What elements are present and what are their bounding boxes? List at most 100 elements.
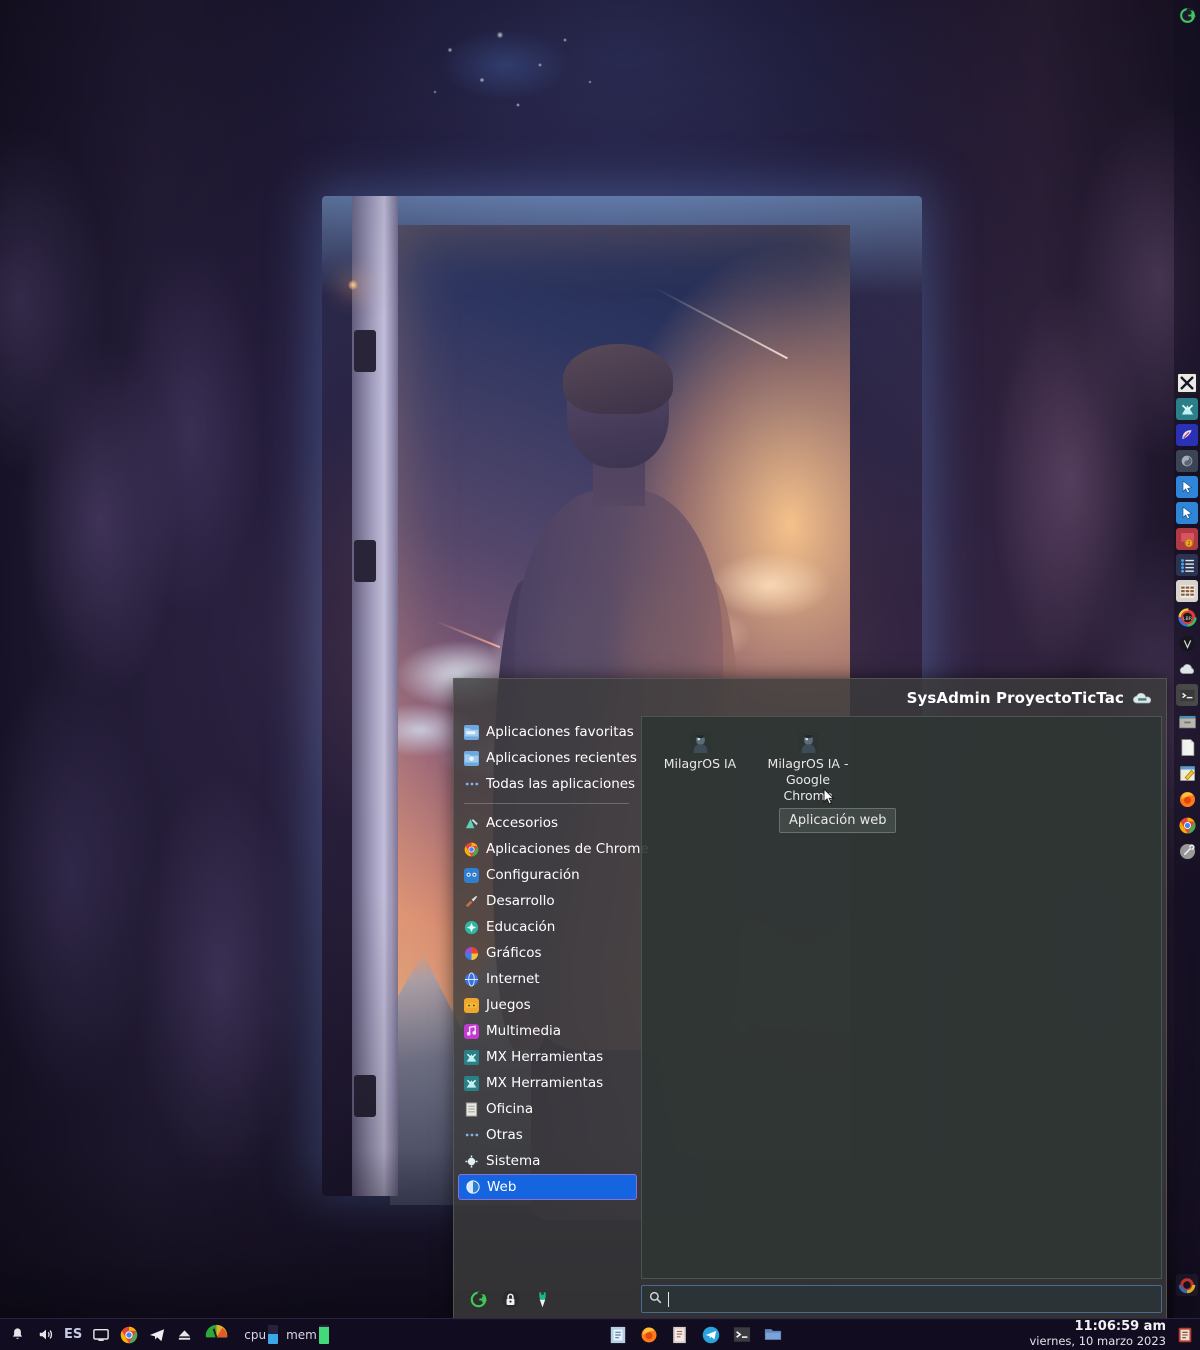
internet-icon [464, 972, 479, 987]
clock[interactable]: 11:06:59 am viernes, 10 marzo 2023 [1029, 1320, 1166, 1348]
sidebar-item-otras[interactable]: Otras [458, 1122, 637, 1148]
sidebar-item-internet[interactable]: Internet [458, 966, 637, 992]
launcher-terminal-icon[interactable] [732, 1325, 751, 1344]
sidebar-item-all-applications[interactable]: Todas las aplicaciones [458, 771, 637, 797]
dock-medal-award-icon[interactable]: 2 [1176, 528, 1198, 550]
sidebar-item-mx-herramientas-1[interactable]: MX Herramientas [458, 1044, 637, 1070]
app-row: MilagrOS IA [646, 727, 1157, 804]
dock-chrome-icon[interactable] [1176, 814, 1198, 836]
lock-screen-button[interactable] [500, 1289, 520, 1309]
logout-button[interactable] [468, 1289, 488, 1309]
resource-monitors[interactable]: cpu mem [244, 1325, 329, 1344]
launcher-firefox-icon[interactable] [639, 1325, 658, 1344]
launcher-files-blue-icon[interactable] [608, 1325, 627, 1344]
sidebar-item-web[interactable]: Web [458, 1174, 637, 1200]
dock-dark-circle-icon[interactable] [1176, 632, 1198, 654]
bell-notification-icon[interactable] [8, 1325, 27, 1344]
sidebar-item-label: Oficina [486, 1101, 533, 1117]
sidebar-item-oficina[interactable]: Oficina [458, 1096, 637, 1122]
dock-mx-tools-icon[interactable] [1176, 398, 1198, 420]
sidebar-item-juegos[interactable]: Juegos [458, 992, 637, 1018]
dock-checklist-icon[interactable] [1176, 554, 1198, 576]
launcher-telegram-icon[interactable] [701, 1325, 720, 1344]
sidebar-item-label: Web [487, 1179, 516, 1195]
dock-xterm-icon[interactable] [1176, 372, 1198, 394]
app-item-milagros-ia[interactable]: MilagrOS IA [646, 727, 754, 804]
eject-icon[interactable] [175, 1325, 194, 1344]
dock-app-blue-icon[interactable] [1176, 424, 1198, 446]
dock-file-manager-icon[interactable] [1176, 710, 1198, 732]
dots-other-icon [464, 1128, 479, 1143]
dock-document-icon[interactable] [1176, 736, 1198, 758]
sidebar-item-desarrollo[interactable]: Desarrollo [458, 888, 637, 914]
taskbar-launchers[interactable] [608, 1325, 782, 1344]
search-input[interactable] [641, 1285, 1162, 1313]
graphics-icon [464, 946, 479, 961]
menu-footer [454, 1279, 1166, 1319]
taskbar[interactable]: ES cpu [0, 1318, 1200, 1350]
right-dock[interactable]: 2 LBR [1174, 0, 1200, 1318]
sidebar-item-label: Aplicaciones recientes [486, 750, 637, 766]
app-item-label: MilagrOS IA - Google Chrome [762, 756, 854, 804]
dock-app-grey-swirl-icon[interactable] [1176, 450, 1198, 472]
app-item-label: MilagrOS IA [664, 756, 736, 772]
dock-cursor-blue-icon[interactable] [1176, 476, 1198, 498]
sidebar-separator [464, 803, 629, 804]
education-icon [464, 920, 479, 935]
sidebar-item-favorites[interactable]: Aplicaciones favoritas [458, 719, 637, 745]
mem-monitor-label: mem [286, 1328, 317, 1342]
whisker-application-menu[interactable]: SysAdmin ProyectoTicTac Aplicaciones fav… [453, 678, 1167, 1320]
sidebar-item-recent[interactable]: Aplicaciones recientes [458, 745, 637, 771]
accessories-icon [464, 816, 479, 831]
clipboard-icon[interactable] [1172, 1319, 1198, 1350]
dock-cursor-blue-alt-icon[interactable] [1176, 502, 1198, 524]
dock-terminal-icon[interactable] [1176, 684, 1198, 706]
development-icon [464, 894, 479, 909]
dock-power-logout-icon[interactable] [1176, 4, 1198, 26]
cpu-monitor-label: cpu [244, 1328, 266, 1342]
menu-settings-button[interactable] [532, 1289, 552, 1309]
sidebar-item-educacion[interactable]: Educación [458, 914, 637, 940]
menu-footer-actions[interactable] [454, 1289, 641, 1309]
volume-icon[interactable] [36, 1325, 55, 1344]
system-monitor-icon[interactable] [203, 1323, 229, 1347]
svg-text:LBR: LBR [1182, 615, 1192, 621]
sidebar-item-multimedia[interactable]: Multimedia [458, 1018, 637, 1044]
search-caret [668, 1292, 669, 1307]
dock-spreadsheet-icon[interactable] [1176, 580, 1198, 602]
menu-category-sidebar[interactable]: Aplicaciones favoritas Aplicaciones reci… [454, 716, 641, 1279]
sidebar-item-sistema[interactable]: Sistema [458, 1148, 637, 1174]
sidebar-item-label: Configuración [486, 867, 580, 883]
chrome-icon[interactable] [119, 1325, 138, 1344]
cpu-monitor-bar[interactable] [268, 1325, 278, 1344]
launcher-folder-icon[interactable] [763, 1325, 782, 1344]
mem-monitor-bar[interactable] [319, 1325, 329, 1344]
sidebar-item-chrome-apps[interactable]: Aplicaciones de Chrome [458, 836, 637, 862]
sidebar-item-label: Otras [486, 1127, 523, 1143]
dock-grey-tool-icon[interactable] [1176, 840, 1198, 862]
menu-search-area[interactable] [641, 1285, 1166, 1313]
folder-favorites-icon [464, 725, 479, 740]
sidebar-item-accesorios[interactable]: Accesorios [458, 810, 637, 836]
system-tray-left[interactable]: ES cpu [0, 1323, 329, 1347]
display-icon[interactable] [91, 1325, 110, 1344]
milagros-ia-icon [689, 731, 711, 753]
chrome-icon [464, 842, 479, 857]
sidebar-item-mx-herramientas-2[interactable]: MX Herramientas [458, 1070, 637, 1096]
dock-notes-edit-icon[interactable] [1176, 762, 1198, 784]
web-globe-icon [465, 1180, 480, 1195]
dock-firefox-icon[interactable] [1176, 788, 1198, 810]
launcher-text-editor-icon[interactable] [670, 1325, 689, 1344]
sidebar-item-label: Internet [486, 971, 540, 987]
telegram-icon[interactable] [147, 1325, 166, 1344]
sidebar-item-configuracion[interactable]: Configuración [458, 862, 637, 888]
dock-lbry-icon[interactable]: LBR [1176, 606, 1198, 628]
keyboard-layout-indicator[interactable]: ES [64, 1327, 82, 1342]
office-icon [464, 1102, 479, 1117]
sidebar-item-graficos[interactable]: Gráficos [458, 940, 637, 966]
dock-cloud-icon[interactable] [1176, 658, 1198, 680]
application-grid[interactable]: MilagrOS IA [641, 716, 1162, 1279]
app-item-milagros-ia-google-chrome[interactable]: MilagrOS IA - Google Chrome [754, 727, 862, 804]
dock-color-ring-icon[interactable] [1176, 1274, 1198, 1296]
cloud-avatar-icon[interactable] [1132, 690, 1154, 706]
